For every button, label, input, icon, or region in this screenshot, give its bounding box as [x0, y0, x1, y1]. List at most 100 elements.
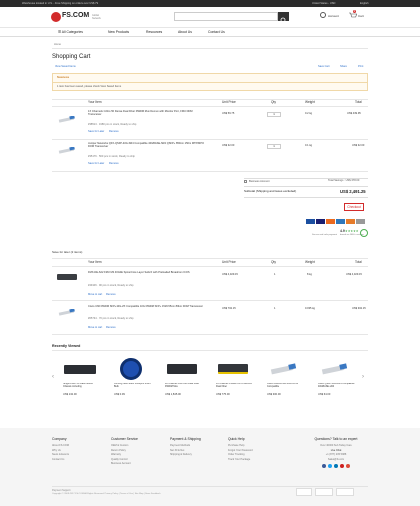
remove-link[interactable]: Remove — [109, 162, 119, 165]
recently-viewed-title: Recently Viewed — [52, 344, 81, 348]
save-for-later-link[interactable]: Save for Later — [88, 130, 104, 133]
item-total: US$ 32.00 — [352, 144, 365, 147]
nav-all-categories[interactable]: ☰ All Categories — [58, 28, 83, 37]
rating-score: 4.9 — [340, 229, 345, 233]
quantity-stepper[interactable]: 1 — [267, 144, 281, 149]
search-button[interactable] — [278, 12, 289, 24]
cart-icon[interactable] — [349, 12, 357, 19]
success-alert: Success 1 item has been saved, please ch… — [52, 73, 368, 91]
nav-contact-us[interactable]: Contact Us — [208, 28, 225, 37]
remove-link[interactable]: Remove — [106, 326, 116, 329]
recent-product-title[interactable]: 40 Channel C21-C60 Dual Fiber DWDM Mux — [165, 383, 203, 392]
region-selector[interactable]: United States - USD — [312, 0, 335, 7]
product-image[interactable] — [57, 274, 77, 280]
footer-link[interactable]: Contact Us — [52, 458, 69, 463]
carousel-prev-icon[interactable]: ‹ — [52, 374, 54, 380]
youtube-icon[interactable] — [340, 464, 344, 468]
card-icon — [356, 219, 365, 224]
saved-col-total: Total — [355, 260, 362, 264]
product-image — [120, 358, 142, 380]
remove-link[interactable]: Remove — [109, 130, 119, 133]
footer-link[interactable]: Shipping & Delivery — [170, 453, 201, 458]
mastercard-icon — [326, 219, 335, 224]
saved-col-weight: Weight — [305, 260, 315, 264]
footer-link[interactable]: Track Your Package — [228, 458, 253, 463]
save-for-later-link[interactable]: Save for Later — [88, 162, 104, 165]
product-name[interactable]: Cisco C60 DWDM SFP+10G-ZX Compatible 10G… — [88, 305, 206, 308]
quantity-stepper[interactable]: 1 — [267, 112, 281, 117]
recent-product-title[interactable]: Corning SMF-28e+ 1000pcs 9/125 Bulk — [114, 383, 152, 392]
cart-count-badge: 2 — [353, 10, 356, 13]
recent-product-price: US$ 64.00 — [318, 393, 331, 396]
print-link[interactable]: Print — [358, 65, 363, 68]
product-name[interactable]: FMX-DE-S22 FMU M3 40GbE Spine/Core Layer… — [88, 271, 206, 274]
recent-product-price: US$ 0.09 — [114, 393, 125, 396]
view-saved-items-link[interactable]: View Saved Items — [55, 65, 76, 68]
move-to-cart-link[interactable]: Move to cart — [88, 293, 102, 296]
promo-text: Warehouse located in U.S. - Free Shippin… — [22, 2, 99, 5]
recent-product-card[interactable]: 40 Channel C21-C60 Dual Fiber DWDM Mux U… — [165, 357, 203, 396]
product-image[interactable] — [58, 147, 76, 155]
saved-col-item: Your Item — [88, 260, 102, 264]
facebook-icon[interactable] — [322, 464, 326, 468]
email-link[interactable]: Sales@fs.com — [306, 458, 366, 463]
item-weight: 8 kg — [307, 273, 312, 276]
norton-badge-icon — [315, 488, 333, 496]
recent-product-card[interactable]: Cisco DWDM-SFP10G-61.41 Compatible US$ 3… — [267, 357, 305, 396]
brand-logo-icon[interactable] — [51, 12, 61, 22]
recent-product-card[interactable]: Single Fiber 1U Rack Mount Chassis inclu… — [63, 357, 101, 396]
recent-product-card[interactable]: Corning SMF-28e+ 1000pcs 9/125 Bulk US$ … — [114, 357, 152, 396]
item-total: US$ 4,029.15 — [346, 273, 362, 276]
recent-product-title[interactable]: Cisco QSFP-40G-LR4 Compatible 40GBASE-LR… — [318, 383, 356, 392]
product-image — [321, 363, 348, 375]
footer-contact: Questions? Talk to an expert Over 40000 … — [306, 437, 366, 468]
recent-product-title[interactable]: 16 Channel CWDM 1270-1610nm Dual Fiber — [216, 383, 254, 392]
product-image[interactable] — [58, 309, 76, 317]
brand-name[interactable]: FS.COM — [62, 12, 89, 19]
search-icon — [280, 17, 287, 24]
col-item: Your Item — [88, 100, 102, 104]
account-link[interactable]: Account — [328, 14, 339, 18]
unit-price: US$ 702.15 — [222, 307, 236, 310]
recent-product-title[interactable]: Single Fiber 1U Rack Mount Chassis inclu… — [63, 383, 101, 392]
product-name[interactable]: Juniper Networks QFX-QSFP-40G-SR4 Compat… — [88, 142, 206, 148]
nav-new-products[interactable]: New Products — [108, 28, 129, 37]
account-icon[interactable] — [320, 12, 326, 18]
product-image[interactable] — [58, 116, 76, 124]
share-link[interactable]: Share — [340, 65, 347, 68]
language-selector[interactable]: English — [360, 0, 369, 7]
amex-icon — [336, 219, 345, 224]
google-icon[interactable] — [346, 464, 350, 468]
item-qty: 1 — [274, 307, 276, 310]
recent-product-title[interactable]: Cisco DWDM-SFP10G-61.41 Compatible — [267, 383, 305, 392]
footer-link[interactable]: Business Account — [111, 462, 138, 467]
checkout-button[interactable]: Checkout — [344, 203, 364, 211]
carousel-next-icon[interactable]: › — [362, 374, 364, 380]
twitter-icon[interactable] — [328, 464, 332, 468]
business-account-checkbox[interactable] — [244, 180, 247, 183]
footer-link[interactable]: About FS.COM — [52, 444, 69, 449]
page-title: Shopping Cart — [52, 54, 91, 60]
breadcrumb[interactable]: Home — [54, 43, 61, 46]
product-image — [270, 363, 297, 375]
nav-about-us[interactable]: About Us — [178, 28, 192, 37]
nav-resources[interactable]: Resources — [146, 28, 162, 37]
payment-support-label: Payment Support — [52, 489, 71, 492]
cart-link[interactable]: Cart — [358, 14, 364, 18]
footer-link[interactable]: News & Events — [52, 453, 69, 458]
search-input[interactable] — [174, 12, 278, 21]
save-cart-link[interactable]: Save Cart — [318, 65, 330, 68]
recent-product-card[interactable]: 16 Channel CWDM 1270-1610nm Dual Fiber U… — [216, 357, 254, 396]
product-stock: #65734 · 70 pcs in stock, Ready to ship — [88, 317, 134, 320]
linkedin-icon[interactable] — [334, 464, 338, 468]
secure-badge-icon — [360, 229, 368, 237]
remove-link[interactable]: Remove — [106, 293, 116, 296]
product-name[interactable]: 1X Channels C21to 50 Dense Dual Fiber DW… — [88, 110, 206, 116]
recent-product-card[interactable]: Cisco QSFP-40G-LR4 Compatible 40GBASE-LR… — [318, 357, 356, 396]
main-nav: ☰ All Categories New Products Resources … — [0, 28, 420, 37]
move-to-cart-link[interactable]: Move to cart — [88, 326, 102, 329]
social-icons — [306, 464, 366, 468]
alert-message: 1 item has been saved, please check View… — [57, 85, 122, 88]
col-weight: Weight — [305, 100, 315, 104]
item-weight: 0.2 kg — [305, 112, 313, 115]
